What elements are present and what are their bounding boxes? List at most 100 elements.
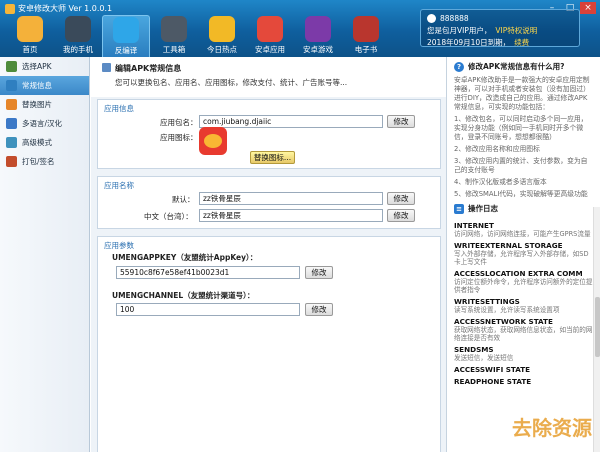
zh-name-modify-button[interactable]: 修改 [387,209,415,222]
log-header: ≡ 操作日志 [447,199,600,218]
games-icon [305,16,331,42]
nav-item-0[interactable]: 首页 [6,15,54,57]
sidebar-item-0[interactable]: 选择APK [0,57,89,76]
home-icon [17,16,43,42]
app-logo-icon [5,3,15,14]
help-title: 修改APK常规信息有什么用? [468,62,565,71]
package-input[interactable]: com.jiubang.djaiic [199,115,383,128]
package-icon [6,156,17,167]
zh-name-input[interactable]: zz铁骨星辰 [199,209,383,222]
vip-link[interactable]: VIP特权说明 [495,25,537,36]
star-icon [209,16,235,42]
renew-link[interactable]: 续费 [514,37,529,48]
apps-icon [257,16,283,42]
decompile-icon [113,17,139,43]
nav-label: 今日热点 [207,45,237,54]
sidebar-item-5[interactable]: 打包/签名 [0,152,89,171]
app-icon-preview [199,127,227,155]
title-bar: 安卓修改大师 Ver 1.0.0.1 [5,3,112,14]
nav-item-4[interactable]: 今日热点 [198,15,246,57]
sidebar: 选择APK 常规信息替换图片多语言/汉化高级模式打包/签名 [0,57,90,452]
page-title: 编辑APK常规信息 [115,64,182,73]
help-list-item: 2、修改应用名称和应用图标 [454,145,540,153]
account-id: 888888 [440,14,469,23]
select-apk-icon [6,61,17,72]
replace-icon-button[interactable]: 替换图标... [250,151,295,164]
log-entry-desc: 获取网络状态，获取网络信息状态，如当前的网络连接是否有效 [454,326,593,342]
window-title: 安卓修改大师 Ver 1.0.0.1 [18,4,113,13]
sidebar-item-label: 选择APK [22,62,52,71]
umeng-channel-label: UMENGCHANNEL（友盟统计渠道号）： [112,291,255,300]
nav-label: 首页 [22,45,38,54]
nav-label: 安卓游戏 [303,45,333,54]
package-modify-button[interactable]: 修改 [387,115,415,128]
nav-label: 工具箱 [162,45,186,54]
sidebar-item-4[interactable]: 高级模式 [0,133,89,152]
nav-item-2[interactable]: 反编译 [102,15,150,57]
sidebar-item-1[interactable]: 常规信息 [0,76,89,95]
default-name-input[interactable]: zz铁骨星辰 [199,192,383,205]
nav-item-7[interactable]: 电子书 [342,15,390,57]
nav-label: 电子书 [354,45,378,54]
vip-status: 您是包月VIP用户， [427,26,492,35]
nav-item-6[interactable]: 安卓游戏 [294,15,342,57]
nav-item-3[interactable]: 工具箱 [150,15,198,57]
nav-item-5[interactable]: 安卓应用 [246,15,294,57]
help-list-item: 5、修改SMALI代码，实现破解等更高级功能 [454,190,588,198]
ebook-icon [353,16,379,42]
help-header: ? 修改APK常规信息有什么用? [447,57,600,76]
phone-icon [65,16,91,42]
page-header: 编辑APK常规信息 您可以更换包名、应用名、应用图标，修改支付、统计、广告账号等… [91,57,446,97]
zh-name-label: 中文（台湾）： [144,212,193,221]
nav-label: 我的手机 [63,45,93,54]
log-entry-title: READPHONE STATE [454,377,532,386]
nav-item-1[interactable]: 我的手机 [54,15,102,57]
toolbox-icon [161,16,187,42]
account-box: 888888 您是包月VIP用户， VIP特权说明 2018年09月10日到期，续… [420,9,580,47]
umeng-channel-modify-button[interactable]: 修改 [305,303,333,316]
sidebar-item-label: 高级模式 [22,138,52,147]
main-nav: 首页 我的手机 反编译 工具箱 今日热点 安卓应用 安卓游戏 电子书 [6,15,390,57]
log-entry-title: WRITEEXTERNAL STORAGE [454,241,563,250]
sidebar-item-label: 替换图片 [22,100,52,109]
app-params-panel: 应用参数 UMENGAPPKEY（友盟统计AppKey）： 55910c8f67… [97,236,441,452]
help-list-item: 4、制作汉化版或者多语言版本 [454,178,547,186]
log-entry-title: ACCESSNETWORK STATE [454,317,553,326]
umeng-appkey-modify-button[interactable]: 修改 [305,266,333,279]
log-icon: ≡ [454,203,464,214]
main-panel: 编辑APK常规信息 您可以更换包名、应用名、应用图标，修改支付、统计、广告账号等… [91,57,446,452]
info-icon [6,80,17,91]
gear-icon [6,137,17,148]
umeng-appkey-label: UMENGAPPKEY（友盟统计AppKey）： [112,253,258,262]
globe-icon [6,118,17,129]
umeng-channel-input[interactable]: 100 [116,303,300,316]
help-text: 安卓APK修改助手是一款强大的安卓应用定制神器，可以对手机或者安装包（没有加固过… [454,76,590,111]
umeng-appkey-input[interactable]: 55910c8f67e58ef41b0023d1 [116,266,300,279]
log-entry-title: SENDSMS [454,345,494,354]
log-entry-title: ACCESSLOCATION EXTRA COMM [454,269,583,278]
default-name-label: 默认： [172,195,195,204]
help-list-item: 1、修改包名，可以同时启动多个同一应用，实现分身功能（例如同一手机同时开多个微信… [454,115,588,141]
edit-icon [102,63,111,72]
operation-log: INTERNET 访问网络，访问网络连接，可能产生GPRS流量 WRITEEXTER… [447,221,600,386]
user-avatar-icon [427,14,436,23]
scroll-thumb[interactable] [595,297,600,357]
package-label: 应用包名： [160,118,198,127]
log-entry-desc: 发送短信，发送短信 [454,354,514,362]
image-icon [6,99,17,110]
log-entry-desc: 访问定位额外命令，允许程序访问额外的定位提供者指令 [454,278,593,294]
log-title: 操作日志 [468,204,498,213]
sidebar-item-3[interactable]: 多语言/汉化 [0,114,89,133]
default-name-modify-button[interactable]: 修改 [387,192,415,205]
close-icon[interactable]: × [580,2,596,14]
icon-label: 应用图标： [160,133,198,142]
app-window: 安卓修改大师 Ver 1.0.0.1 – □ × 首页 我的手机 反编译 工具箱 今日热… [0,0,600,452]
help-list-item: 3、修改应用内置的统计、支付参数，变为自己的支付账号 [454,157,588,174]
nav-label: 安卓应用 [255,45,285,54]
sidebar-item-2[interactable]: 替换图片 [0,95,89,114]
log-entry-desc: 读写系统设置，允许读写系统设置项 [454,306,560,314]
expire-date: 2018年09月10日到期， [427,38,511,47]
log-entry-title: INTERNET [454,221,494,230]
help-list: 1、修改包名，可以同时启动多个同一应用，实现分身功能（例如同一手机同时开多个微信… [447,115,600,199]
log-entry-desc: 写入外部存储，允许程序写入外部存储，如SD卡上写文件 [454,250,589,266]
